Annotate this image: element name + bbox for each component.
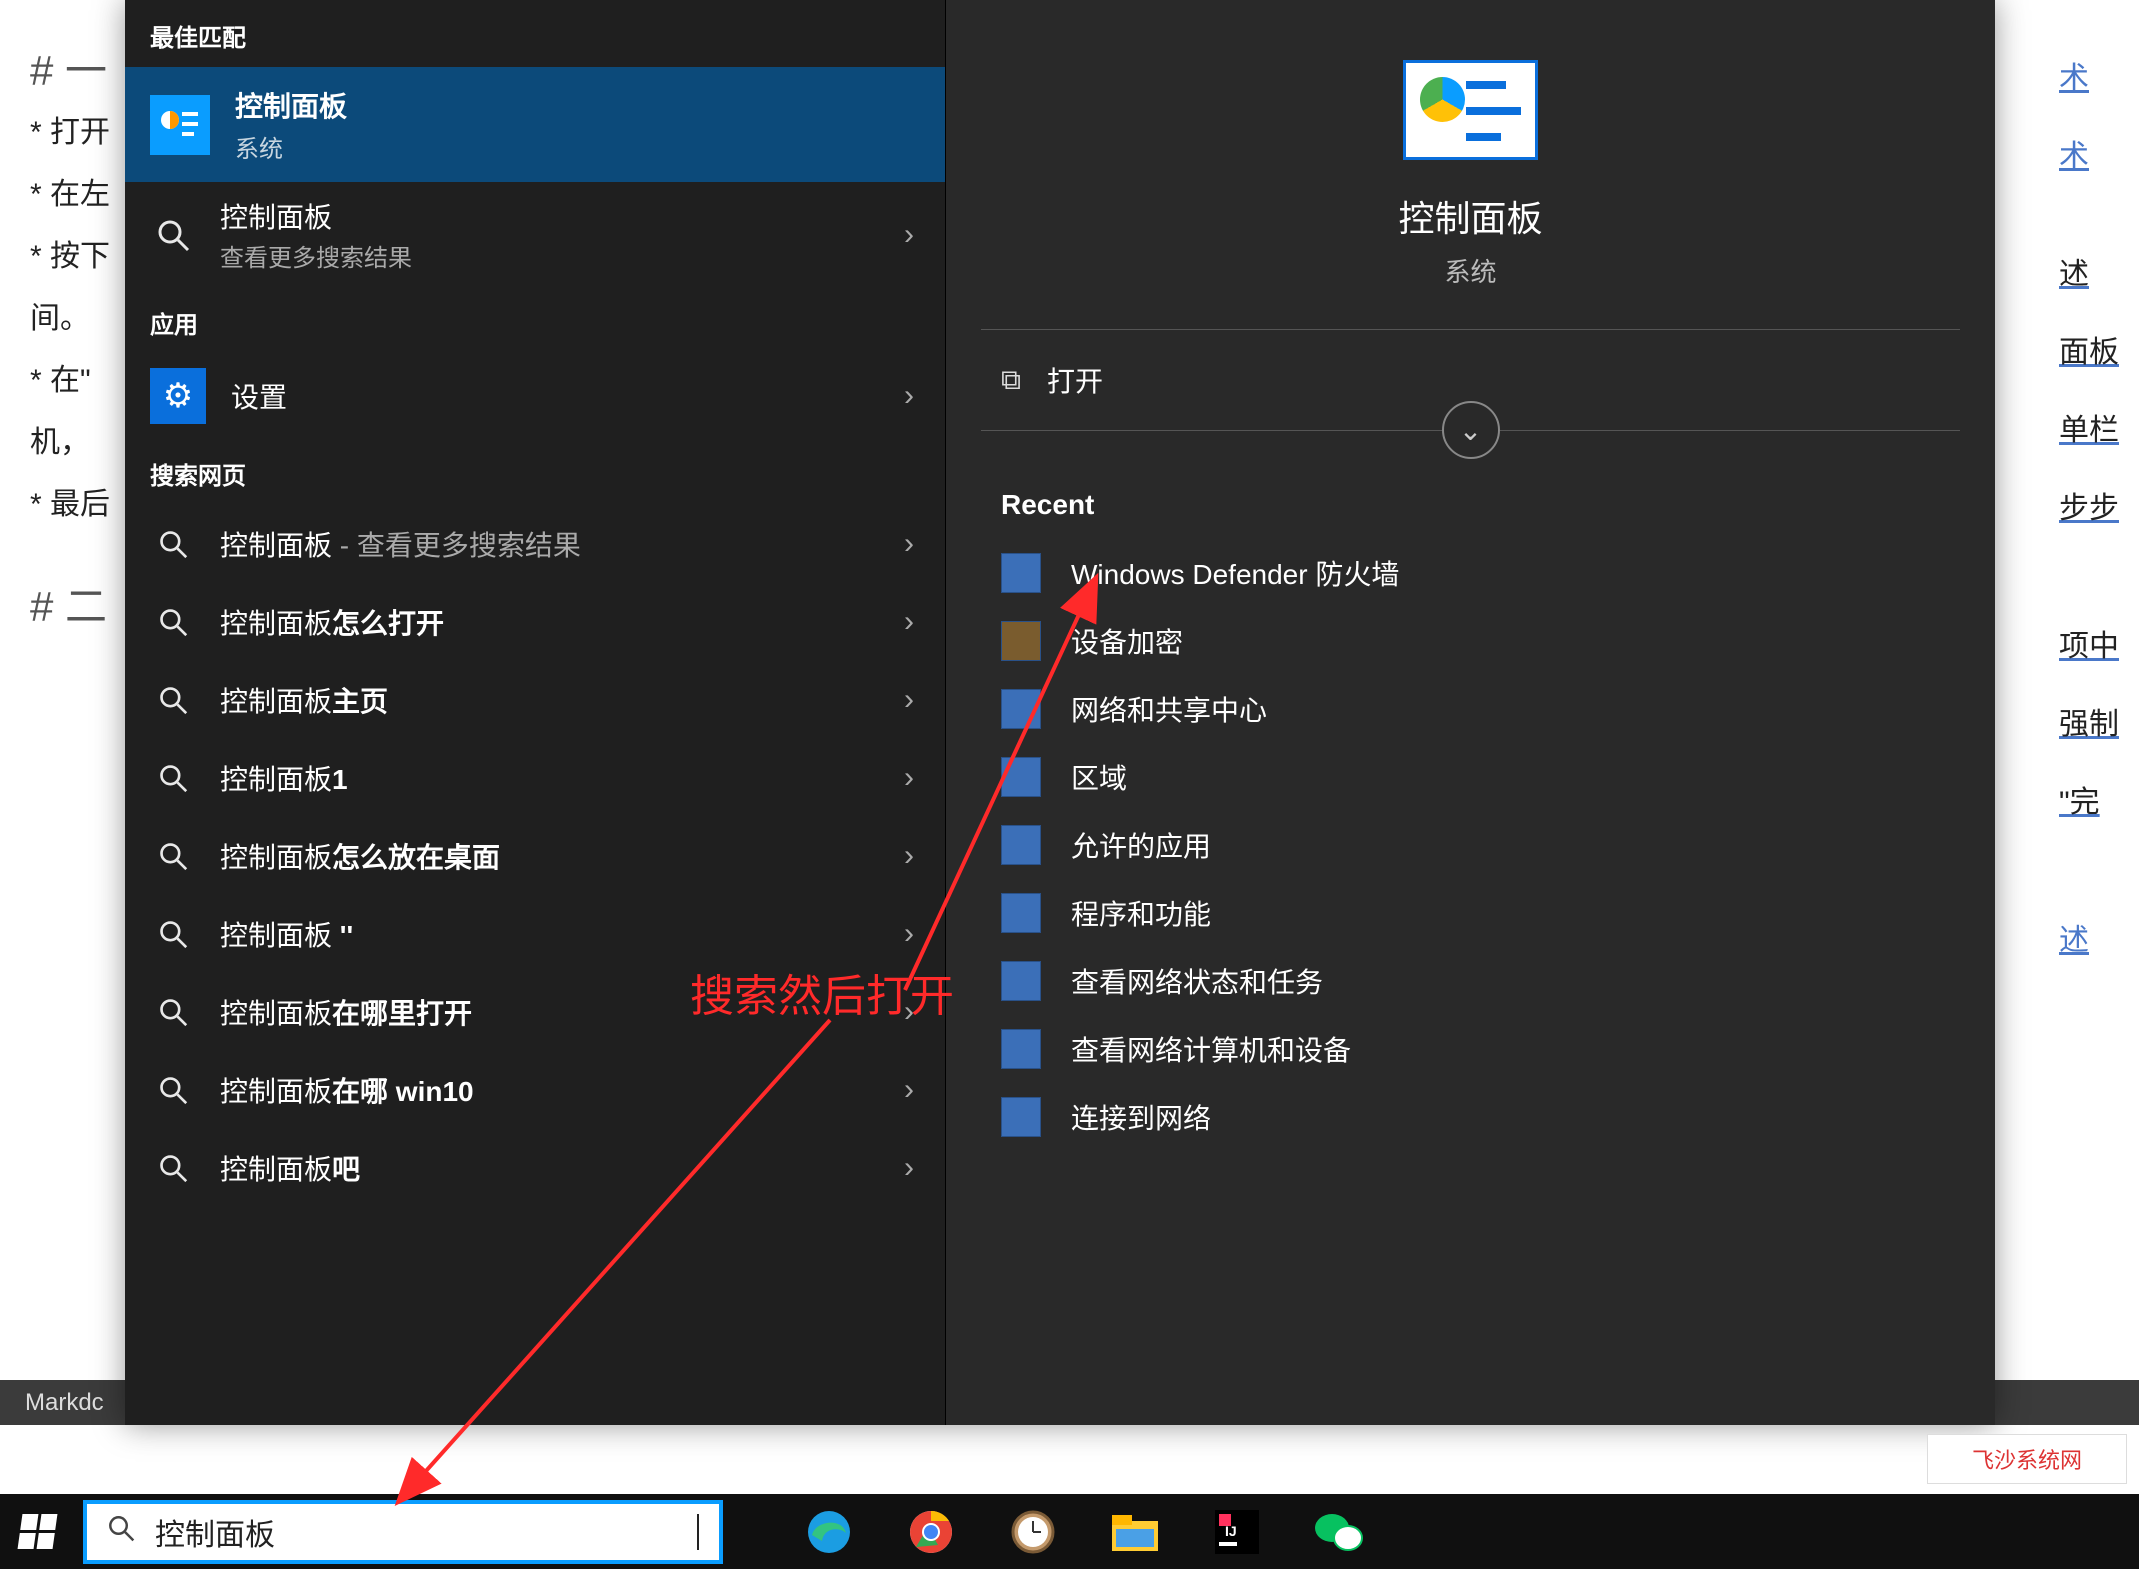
best-match-subtitle: 系统 (235, 129, 347, 164)
taskbar-search-box[interactable]: 控制面板 (83, 1500, 723, 1564)
start-button[interactable] (0, 1494, 75, 1569)
chevron-right-icon: › (904, 839, 914, 873)
background-right-links: 术 术 述 面板 单栏 步步 项中 强制 "完 述 (2059, 40, 2139, 980)
search-icon (150, 756, 195, 801)
gear-icon: ⚙ (150, 368, 206, 424)
control-panel-big-icon (1403, 60, 1538, 160)
network-icon (1001, 689, 1041, 729)
region-icon (1001, 757, 1041, 797)
expand-button[interactable]: ⌄ (946, 401, 1995, 459)
detail-title: 控制面板 (1398, 190, 1542, 242)
search-icon (150, 1146, 195, 1191)
web-result-4[interactable]: 控制面板怎么放在桌面 › (125, 817, 945, 895)
web-result-6[interactable]: 控制面板在哪里打开 › (125, 973, 945, 1051)
recent-item[interactable]: 程序和功能 (946, 879, 1995, 947)
web-result-8[interactable]: 控制面板吧 › (125, 1129, 945, 1207)
apps-label: 应用 (125, 287, 945, 354)
web-result-0[interactable]: 控制面板 - 查看更多搜索结果 › (125, 505, 945, 583)
recent-item[interactable]: 查看网络状态和任务 (946, 947, 1995, 1015)
chevron-right-icon: › (904, 761, 914, 795)
chevron-right-icon: › (904, 995, 914, 1029)
file-explorer-icon[interactable] (1109, 1506, 1161, 1558)
shield-icon (1001, 553, 1041, 593)
chevron-right-icon: › (904, 605, 914, 639)
recent-label: Recent (946, 477, 1995, 539)
search-icon (150, 1068, 195, 1113)
chevron-right-icon: › (904, 683, 914, 717)
taskbar-pinned-apps: IJ (803, 1506, 1365, 1558)
control-panel-icon (150, 95, 210, 155)
connect-network-icon (1001, 1097, 1041, 1137)
start-search-panel: 最佳匹配 控制面板 系统 控制面板 查看更多搜索结果 › 应用 ⚙ 设置 › 搜… (125, 0, 1995, 1425)
chevron-right-icon: › (904, 218, 914, 252)
edge-icon[interactable] (803, 1506, 855, 1558)
chevron-right-icon: › (904, 527, 914, 561)
svg-text:IJ: IJ (1225, 1523, 1237, 1539)
best-match-label: 最佳匹配 (125, 0, 945, 67)
watermark: 飞沙系统网 (1927, 1434, 2127, 1484)
detail-header: 控制面板 系统 (946, 0, 1995, 329)
see-more-results[interactable]: 控制面板 查看更多搜索结果 › (125, 182, 945, 287)
network-devices-icon (1001, 1029, 1041, 1069)
search-results-column: 最佳匹配 控制面板 系统 控制面板 查看更多搜索结果 › 应用 ⚙ 设置 › 搜… (125, 0, 945, 1425)
chrome-icon[interactable] (905, 1506, 957, 1558)
taskbar: 控制面板 IJ (0, 1494, 2139, 1569)
network-status-icon (1001, 961, 1041, 1001)
intellij-icon[interactable]: IJ (1211, 1506, 1263, 1558)
chevron-right-icon: › (904, 1073, 914, 1107)
search-icon (150, 834, 195, 879)
web-result-7[interactable]: 控制面板在哪 win10 › (125, 1051, 945, 1129)
recent-item[interactable]: 允许的应用 (946, 811, 1995, 879)
search-icon (150, 990, 195, 1035)
web-result-3[interactable]: 控制面板1 › (125, 739, 945, 817)
recent-item[interactable]: 设备加密 (946, 607, 1995, 675)
open-icon: ⧉ (1001, 364, 1021, 397)
search-icon (150, 212, 195, 257)
allowed-apps-icon (1001, 825, 1041, 865)
search-input-value: 控制面板 (155, 1510, 677, 1554)
best-match-title: 控制面板 (235, 85, 347, 125)
encryption-icon (1001, 621, 1041, 661)
search-icon (107, 1514, 135, 1550)
chevron-right-icon: › (904, 1151, 914, 1185)
detail-subtitle: 系统 (1444, 252, 1496, 289)
recent-item[interactable]: 网络和共享中心 (946, 675, 1995, 743)
web-label: 搜索网页 (125, 438, 945, 505)
best-match-item[interactable]: 控制面板 系统 (125, 67, 945, 182)
recent-item[interactable]: Windows Defender 防火墙 (946, 539, 1995, 607)
search-icon (150, 678, 195, 723)
settings-app-item[interactable]: ⚙ 设置 › (125, 354, 945, 438)
windows-icon (18, 1514, 58, 1549)
recent-item[interactable]: 连接到网络 (946, 1083, 1995, 1151)
detail-pane: 控制面板 系统 ⧉ 打开 ⌄ Recent Windows Defender 防… (945, 0, 1995, 1425)
recent-item[interactable]: 区域 (946, 743, 1995, 811)
programs-icon (1001, 893, 1041, 933)
clock-icon[interactable] (1007, 1506, 1059, 1558)
search-icon (150, 600, 195, 645)
chevron-right-icon: › (904, 379, 914, 413)
chevron-down-icon: ⌄ (1442, 401, 1500, 459)
recent-item[interactable]: 查看网络计算机和设备 (946, 1015, 1995, 1083)
wechat-icon[interactable] (1313, 1506, 1365, 1558)
web-result-2[interactable]: 控制面板主页 › (125, 661, 945, 739)
web-result-5[interactable]: 控制面板 '' › (125, 895, 945, 973)
web-result-1[interactable]: 控制面板怎么打开 › (125, 583, 945, 661)
chevron-right-icon: › (904, 917, 914, 951)
search-icon (150, 522, 195, 567)
search-icon (150, 912, 195, 957)
